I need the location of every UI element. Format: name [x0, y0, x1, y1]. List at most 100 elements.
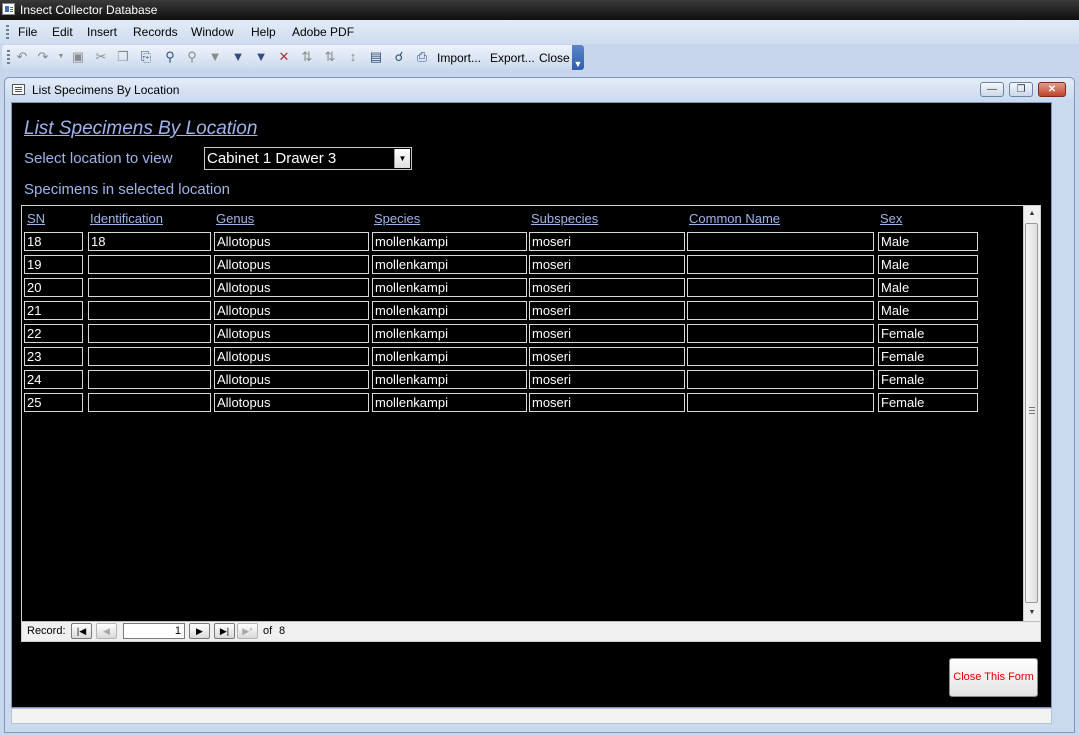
- find-next-icon[interactable]: ⚲: [184, 49, 200, 65]
- menu-records[interactable]: Records: [133, 25, 178, 39]
- cell-sn[interactable]: 25: [24, 393, 83, 412]
- cell-species[interactable]: mollenkampi: [372, 393, 527, 412]
- column-header-species[interactable]: Species: [374, 211, 420, 227]
- cell-sex[interactable]: Male: [878, 255, 978, 274]
- toolbar-options-icon[interactable]: ▼: [572, 45, 584, 70]
- cell-sn[interactable]: 21: [24, 301, 83, 320]
- cell-genus[interactable]: Allotopus: [214, 393, 369, 412]
- import-button[interactable]: Import...: [437, 51, 481, 65]
- view-icon[interactable]: ▤: [368, 49, 384, 65]
- cell-sn[interactable]: 22: [24, 324, 83, 343]
- cell-sex[interactable]: Male: [878, 278, 978, 297]
- cut-icon[interactable]: ✂: [93, 49, 109, 65]
- vertical-scrollbar[interactable]: ▲ ▼: [1023, 206, 1040, 622]
- save-icon[interactable]: ▣: [70, 49, 86, 65]
- column-header-subspecies[interactable]: Subspecies: [531, 211, 598, 227]
- cell-common-name[interactable]: [687, 324, 874, 343]
- scroll-down-icon[interactable]: ▼: [1024, 605, 1040, 621]
- toolbar-grip-icon[interactable]: [7, 50, 10, 64]
- sort-ascending-icon[interactable]: ⇅: [299, 49, 315, 65]
- location-select-value[interactable]: Cabinet 1 Drawer 3: [207, 149, 336, 168]
- minimize-icon[interactable]: —: [980, 82, 1004, 97]
- cell-subspecies[interactable]: moseri: [529, 370, 685, 389]
- cell-sex[interactable]: Male: [878, 301, 978, 320]
- cell-identification[interactable]: [88, 255, 211, 274]
- scroll-thumb[interactable]: [1025, 223, 1038, 603]
- cell-genus[interactable]: Allotopus: [214, 232, 369, 251]
- close-form-button[interactable]: Close This Form: [949, 658, 1038, 697]
- cell-common-name[interactable]: [687, 347, 874, 366]
- cell-sn[interactable]: 24: [24, 370, 83, 389]
- cell-sn[interactable]: 19: [24, 255, 83, 274]
- redo-dropdown-icon[interactable]: ▼: [53, 49, 69, 65]
- chevron-down-icon[interactable]: ▼: [394, 149, 410, 168]
- spacing-icon[interactable]: ↕: [345, 49, 361, 65]
- previous-record-icon[interactable]: ◀: [96, 623, 117, 639]
- cell-common-name[interactable]: [687, 393, 874, 412]
- scroll-up-icon[interactable]: ▲: [1024, 206, 1040, 222]
- cell-subspecies[interactable]: moseri: [529, 324, 685, 343]
- cell-sex[interactable]: Female: [878, 347, 978, 366]
- paste-icon[interactable]: ⎘: [138, 49, 154, 65]
- cell-sex[interactable]: Female: [878, 324, 978, 343]
- cell-sn[interactable]: 20: [24, 278, 83, 297]
- next-record-icon[interactable]: ▶: [189, 623, 210, 639]
- cell-subspecies[interactable]: moseri: [529, 232, 685, 251]
- column-header-identification[interactable]: Identification: [90, 211, 163, 227]
- cell-genus[interactable]: Allotopus: [214, 324, 369, 343]
- cell-identification[interactable]: [88, 278, 211, 297]
- new-record-icon[interactable]: ▶*: [237, 623, 258, 639]
- column-header-sn[interactable]: SN: [27, 211, 45, 227]
- cell-species[interactable]: mollenkampi: [372, 232, 527, 251]
- copy-icon[interactable]: ❐: [115, 49, 131, 65]
- menu-window[interactable]: Window: [191, 25, 234, 39]
- filter-by-selection-icon[interactable]: ▼: [207, 49, 223, 65]
- redo-icon[interactable]: ↷: [35, 49, 51, 65]
- record-number-input[interactable]: 1: [123, 623, 185, 639]
- cell-common-name[interactable]: [687, 278, 874, 297]
- cell-identification[interactable]: [88, 393, 211, 412]
- filter-by-form-icon[interactable]: ▼: [230, 49, 246, 65]
- menu-help[interactable]: Help: [251, 25, 276, 39]
- sort-descending-icon[interactable]: ⇅: [322, 49, 338, 65]
- cell-identification[interactable]: [88, 324, 211, 343]
- cell-identification[interactable]: [88, 370, 211, 389]
- print-preview-icon[interactable]: ☌: [391, 49, 407, 65]
- cell-sn[interactable]: 23: [24, 347, 83, 366]
- cell-sn[interactable]: 18: [24, 232, 83, 251]
- cell-species[interactable]: mollenkampi: [372, 255, 527, 274]
- cell-subspecies[interactable]: moseri: [529, 278, 685, 297]
- last-record-icon[interactable]: ▶|: [214, 623, 235, 639]
- cell-species[interactable]: mollenkampi: [372, 301, 527, 320]
- cell-sex[interactable]: Male: [878, 232, 978, 251]
- column-header-genus[interactable]: Genus: [216, 211, 254, 227]
- cell-sex[interactable]: Female: [878, 393, 978, 412]
- menu-insert[interactable]: Insert: [87, 25, 117, 39]
- cell-identification[interactable]: 18: [88, 232, 211, 251]
- menu-file[interactable]: File: [18, 25, 37, 39]
- cell-common-name[interactable]: [687, 255, 874, 274]
- cell-species[interactable]: mollenkampi: [372, 278, 527, 297]
- cell-common-name[interactable]: [687, 301, 874, 320]
- print-icon[interactable]: ⎙: [414, 49, 430, 65]
- cell-genus[interactable]: Allotopus: [214, 370, 369, 389]
- first-record-icon[interactable]: |◀: [71, 623, 92, 639]
- cell-genus[interactable]: Allotopus: [214, 278, 369, 297]
- cell-genus[interactable]: Allotopus: [214, 255, 369, 274]
- cell-species[interactable]: mollenkampi: [372, 370, 527, 389]
- location-select[interactable]: Cabinet 1 Drawer 3 ▼: [204, 147, 412, 170]
- cell-subspecies[interactable]: moseri: [529, 393, 685, 412]
- cell-subspecies[interactable]: moseri: [529, 301, 685, 320]
- cell-genus[interactable]: Allotopus: [214, 347, 369, 366]
- menu-edit[interactable]: Edit: [52, 25, 73, 39]
- menu-grip-icon[interactable]: [6, 25, 9, 39]
- cell-species[interactable]: mollenkampi: [372, 347, 527, 366]
- column-header-sex[interactable]: Sex: [880, 211, 902, 227]
- close-toolbar-button[interactable]: Close: [539, 51, 570, 65]
- cell-common-name[interactable]: [687, 370, 874, 389]
- cell-identification[interactable]: [88, 301, 211, 320]
- find-icon[interactable]: ⚲: [162, 49, 178, 65]
- cell-subspecies[interactable]: moseri: [529, 255, 685, 274]
- export-button[interactable]: Export...: [490, 51, 535, 65]
- cell-common-name[interactable]: [687, 232, 874, 251]
